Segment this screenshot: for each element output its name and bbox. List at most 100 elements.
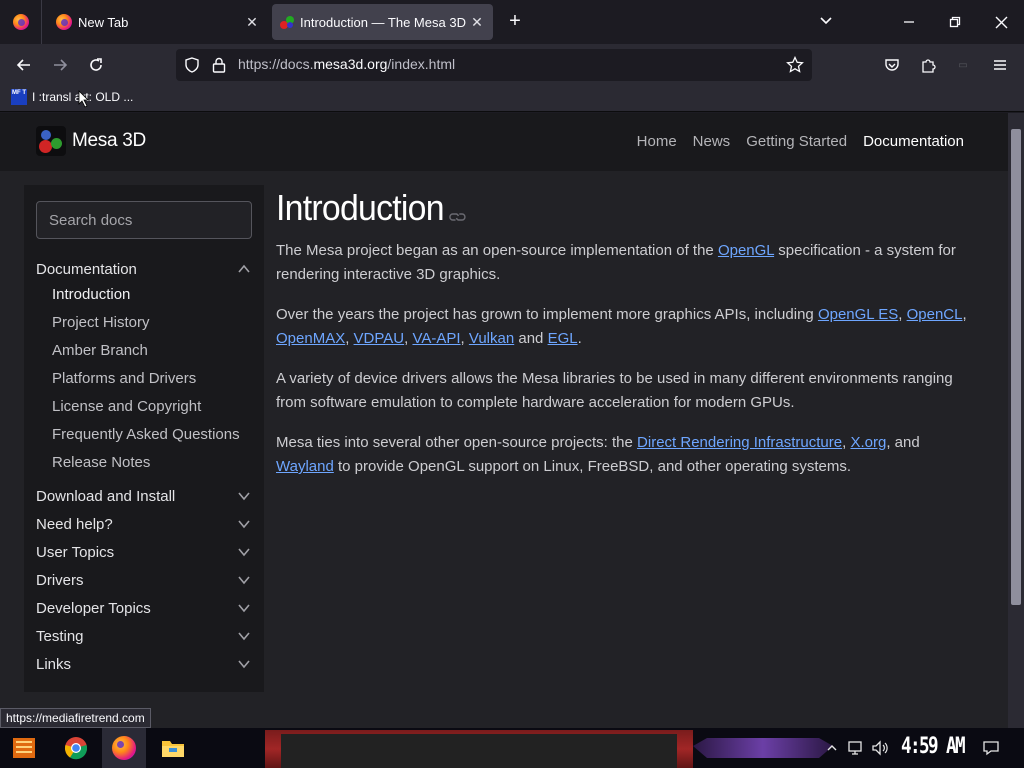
- link-vdpau[interactable]: VDPAU: [354, 330, 405, 347]
- navigation-toolbar: https://docs.mesa3d.org/index.html ▭: [0, 44, 1024, 86]
- pocket-icon[interactable]: [879, 52, 905, 78]
- close-tab-icon[interactable]: ✕: [466, 14, 488, 31]
- chevron-down-icon[interactable]: [236, 572, 252, 588]
- search-docs-input[interactable]: [37, 202, 251, 238]
- chevron-up-icon[interactable]: [236, 261, 252, 277]
- tab-new-tab[interactable]: New Tab ✕: [46, 4, 268, 40]
- notifications-icon[interactable]: [982, 728, 1000, 768]
- extension-icon[interactable]: ▭: [950, 52, 976, 78]
- section-label: User Topics: [36, 543, 115, 561]
- hamburger-menu-icon[interactable]: [987, 52, 1013, 78]
- bookmark-star-icon[interactable]: [786, 55, 804, 79]
- sidebar-section-documentation[interactable]: Documentation: [36, 257, 252, 281]
- chevron-down-icon[interactable]: [236, 656, 252, 672]
- sidebar-section-need-help[interactable]: Need help?: [36, 512, 252, 536]
- sidebar-item-introduction[interactable]: Introduction: [52, 286, 130, 303]
- sidebar-section-links[interactable]: Links: [36, 652, 252, 676]
- sidebar-section-drivers[interactable]: Drivers: [36, 568, 252, 592]
- site-brand[interactable]: Mesa 3D: [36, 126, 146, 156]
- pinned-tab[interactable]: [0, 0, 42, 44]
- extensions-puzzle-icon[interactable]: [915, 52, 941, 78]
- sidebar-section-testing[interactable]: Testing: [36, 624, 252, 648]
- sidebar-item-faq[interactable]: Frequently Asked Questions: [52, 426, 240, 443]
- tab-title: New Tab: [78, 14, 129, 30]
- page-scrollbar[interactable]: [1008, 113, 1024, 728]
- scrollbar-thumb[interactable]: [1011, 129, 1021, 605]
- sidebar-item-release-notes[interactable]: Release Notes: [52, 454, 150, 471]
- nav-news[interactable]: News: [693, 133, 731, 150]
- chevron-down-icon[interactable]: [236, 544, 252, 560]
- chevron-down-icon[interactable]: [236, 628, 252, 644]
- site-name: Mesa 3D: [72, 130, 146, 151]
- forward-arrow-icon[interactable]: [47, 52, 73, 78]
- link-va-api[interactable]: VA-API: [412, 330, 460, 347]
- paragraph-2: Over the years the project has grown to …: [276, 303, 981, 351]
- url-text: https://docs.mesa3d.org/index.html: [238, 56, 455, 72]
- sidebar-item-amber-branch[interactable]: Amber Branch: [52, 342, 148, 359]
- permalink-chain-icon[interactable]: [448, 191, 467, 233]
- nav-documentation[interactable]: Documentation: [863, 133, 964, 150]
- chevron-down-icon[interactable]: [236, 516, 252, 532]
- section-label: Download and Install: [36, 487, 176, 505]
- link-egl[interactable]: EGL: [548, 330, 578, 347]
- list-all-tabs-chevron-icon[interactable]: [814, 10, 838, 34]
- minimize-window-icon[interactable]: [886, 0, 932, 44]
- address-bar[interactable]: https://docs.mesa3d.org/index.html: [176, 49, 812, 81]
- link-opencl[interactable]: OpenCL: [907, 306, 963, 323]
- chevron-down-icon[interactable]: [236, 488, 252, 504]
- status-link-preview: https://mediafiretrend.com: [0, 708, 151, 728]
- reload-icon[interactable]: [83, 52, 109, 78]
- lock-icon[interactable]: [212, 57, 226, 78]
- volume-icon[interactable]: [871, 728, 889, 768]
- link-opengl-es[interactable]: OpenGL ES: [818, 306, 898, 323]
- link-vulkan[interactable]: Vulkan: [469, 330, 514, 347]
- tracking-protection-shield-icon[interactable]: [184, 57, 200, 78]
- bookmark-favicon-icon: MF T: [11, 89, 27, 105]
- nav-home[interactable]: Home: [637, 133, 677, 150]
- text: ,: [345, 330, 354, 347]
- url-path: /index.html: [387, 56, 456, 72]
- chrome-icon[interactable]: [54, 728, 98, 768]
- firefox-icon: [12, 14, 29, 30]
- tab-mesa-introduction[interactable]: Introduction — The Mesa 3D ✕: [272, 4, 493, 40]
- docs-sidebar: Documentation Introduction Project Histo…: [24, 185, 264, 692]
- sidebar-section-download-and-install[interactable]: Download and Install: [36, 484, 252, 508]
- text: The Mesa project began as an open-source…: [276, 242, 718, 259]
- back-arrow-icon[interactable]: [11, 52, 37, 78]
- sidebar-item-project-history[interactable]: Project History: [52, 314, 150, 331]
- firefox-taskbar-icon[interactable]: [102, 728, 146, 768]
- page-title: Introduction: [276, 183, 943, 233]
- text: ,: [460, 330, 469, 347]
- system-clock[interactable]: 4:59 AM: [901, 734, 966, 759]
- text: .: [577, 330, 582, 347]
- link-opengl[interactable]: OpenGL: [718, 242, 774, 259]
- chevron-down-icon[interactable]: [236, 600, 252, 616]
- show-hidden-icons-chevron-icon[interactable]: [826, 728, 838, 768]
- sidebar-section-developer-topics[interactable]: Developer Topics: [36, 596, 252, 620]
- sidebar-item-license-and-copyright[interactable]: License and Copyright: [52, 398, 201, 415]
- start-button-icon[interactable]: [2, 728, 46, 768]
- nav-getting-started[interactable]: Getting Started: [746, 133, 847, 150]
- paragraph-3: A variety of device drivers allows the M…: [276, 370, 953, 411]
- restore-window-icon[interactable]: [932, 0, 978, 44]
- site-header: Mesa 3D Home News Getting Started Docume…: [0, 113, 1008, 171]
- link-dri[interactable]: Direct Rendering Infrastructure: [637, 434, 842, 451]
- taskbar-window-preview[interactable]: [265, 730, 693, 768]
- link-xorg[interactable]: X.org: [850, 434, 886, 451]
- sidebar-section-user-topics[interactable]: User Topics: [36, 540, 252, 564]
- new-tab-plus-icon[interactable]: +: [503, 10, 527, 34]
- tab-title: Introduction — The Mesa 3D: [300, 14, 466, 30]
- url-prefix: https://docs.: [238, 56, 314, 72]
- link-openmax[interactable]: OpenMAX: [276, 330, 345, 347]
- text: Mesa ties into several other open-source…: [276, 434, 638, 451]
- top-navigation: Home News Getting Started Documentation: [621, 133, 964, 150]
- close-window-icon[interactable]: [978, 0, 1024, 44]
- bookmark-item[interactable]: MF T I :transl art: OLD ...: [11, 89, 133, 105]
- sidebar-item-platforms-and-drivers[interactable]: Platforms and Drivers: [52, 370, 196, 387]
- link-wayland[interactable]: Wayland: [276, 458, 334, 475]
- network-icon[interactable]: [847, 728, 865, 768]
- close-tab-icon[interactable]: ✕: [241, 14, 263, 31]
- section-label: Links: [36, 655, 72, 673]
- file-explorer-icon[interactable]: [151, 728, 195, 768]
- text: Over the years the project has grown to …: [276, 306, 818, 323]
